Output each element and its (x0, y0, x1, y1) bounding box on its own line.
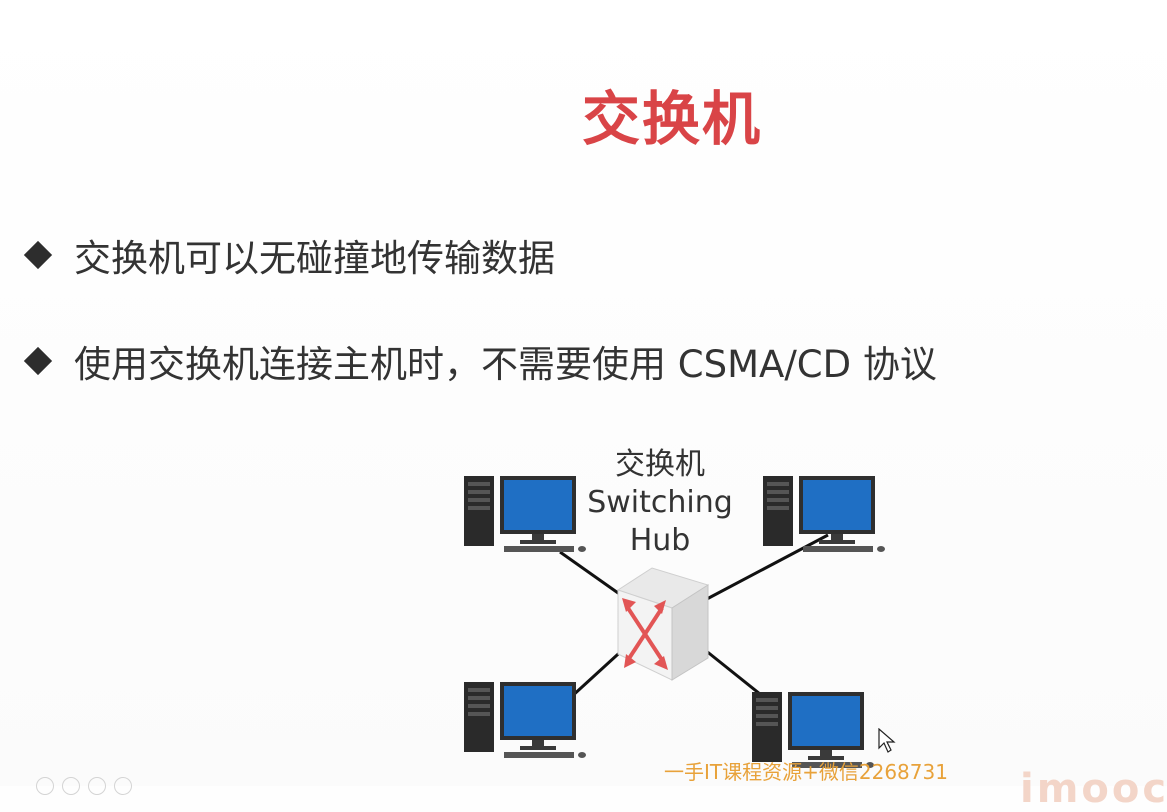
circle-icon[interactable] (36, 777, 54, 795)
bullet-text: 交换机可以无碰撞地传输数据 (74, 237, 555, 280)
switch-label: 交换机 Switching Hub (575, 446, 745, 560)
computer-icon (464, 682, 586, 758)
circle-icon[interactable] (62, 777, 80, 795)
corner-controls (36, 777, 132, 795)
slide: 交换机 交换机可以无碰撞地传输数据 使用交换机连接主机时，不需要使用 CSMA/… (0, 0, 1167, 812)
mouse-cursor-icon (878, 728, 896, 753)
circle-icon[interactable] (114, 777, 132, 795)
slide-title: 交换机 (582, 85, 763, 153)
switch-label-en-1: Switching (587, 485, 733, 520)
bullet-text: 使用交换机连接主机时，不需要使用 CSMA/CD 协议 (74, 343, 937, 386)
brand-watermark: imooc (1020, 766, 1167, 812)
switch-label-en-2: Hub (629, 523, 691, 558)
circle-icon[interactable] (88, 777, 106, 795)
computer-icon (464, 476, 586, 552)
switch-label-zh: 交换机 (615, 447, 705, 482)
network-diagram: 交换机 Switching Hub (450, 440, 920, 780)
switch-icon (616, 567, 710, 681)
bullet-item: 交换机可以无碰撞地传输数据 (22, 228, 555, 282)
diamond-bullet-icon (23, 346, 53, 376)
computer-icon (763, 476, 885, 552)
diamond-bullet-icon (23, 240, 53, 270)
bullet-item: 使用交换机连接主机时，不需要使用 CSMA/CD 协议 (22, 334, 937, 388)
watermark-text: 一手IT课程资源+微信2268731 (664, 760, 948, 784)
